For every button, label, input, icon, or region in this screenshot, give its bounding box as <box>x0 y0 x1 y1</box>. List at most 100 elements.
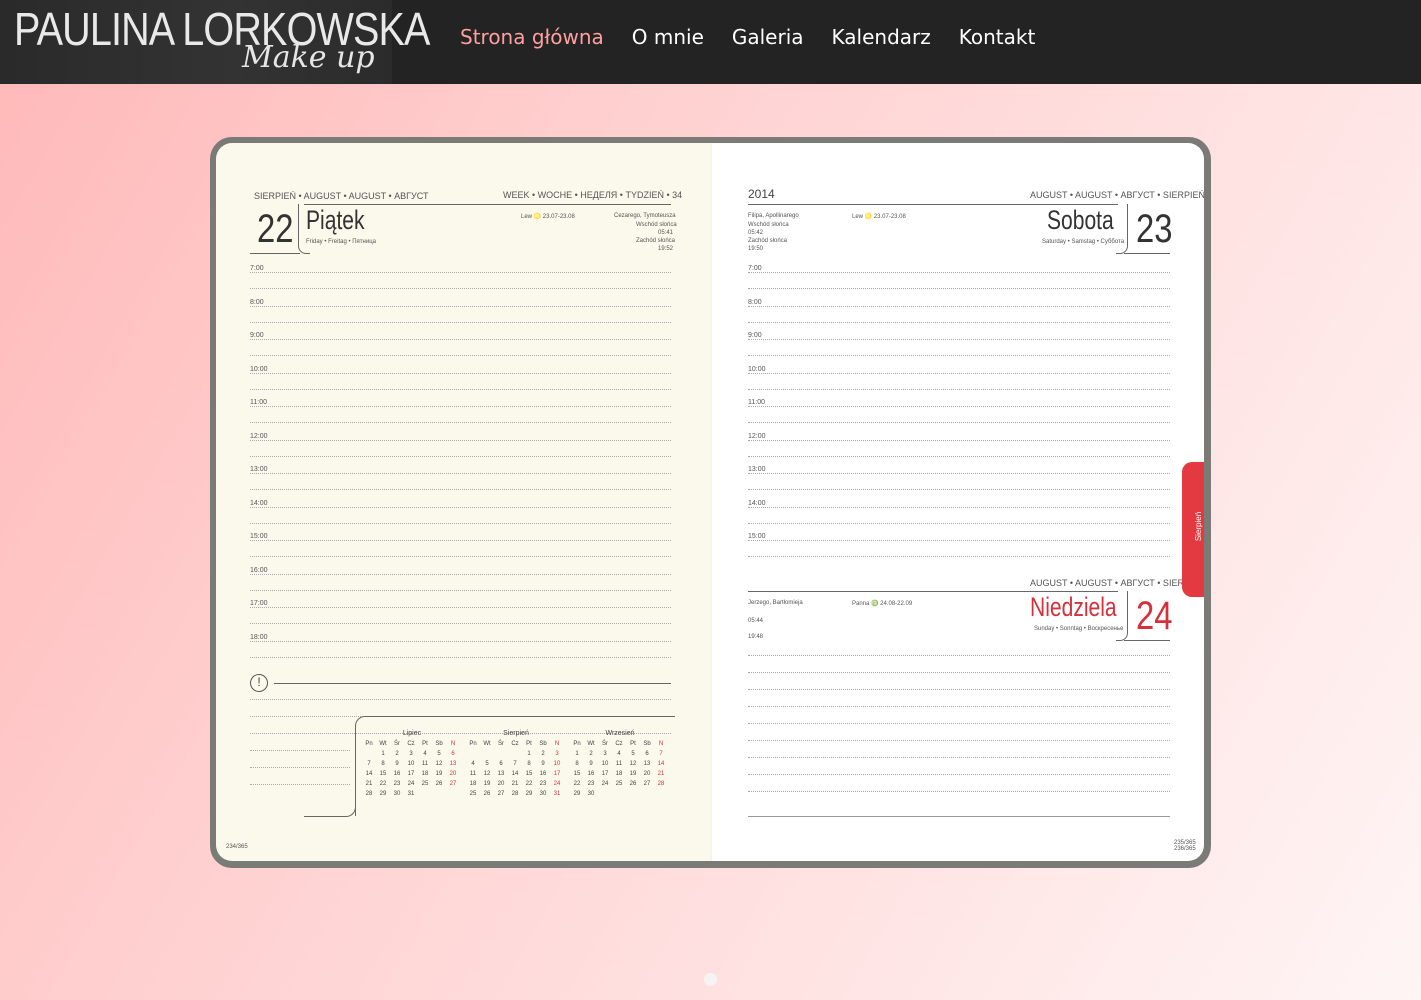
right-day-name: Sobota <box>1047 205 1114 235</box>
mini-calendar-day: 9 <box>395 761 399 767</box>
hour-line <box>748 339 1170 340</box>
mini-calendar-day: 21 <box>365 781 373 787</box>
mini-calendar-day: 5 <box>437 751 441 757</box>
mini-calendar-weekday: Wt <box>587 741 595 747</box>
month-tab-sierpien: Sierpień <box>1182 462 1204 597</box>
hour-line <box>250 623 671 624</box>
mini-calendar-day: 27 <box>643 781 651 787</box>
mini-calendar-day: 3 <box>409 751 413 757</box>
mini-calendar-day: 29 <box>525 791 533 797</box>
mini-calendar-day: 15 <box>573 771 581 777</box>
mini-calendar-day: 8 <box>381 761 385 767</box>
sunday-line <box>748 757 1170 758</box>
hour-line <box>250 288 671 289</box>
mini-calendar-weekday: Pn <box>365 741 373 747</box>
mini-calendar-day <box>654 791 668 801</box>
mini-calendar-day: 28 <box>365 791 373 797</box>
mini-calendar-day: 24 <box>553 781 561 787</box>
mini-calendar-weekday: Sb <box>435 741 443 747</box>
hour-line <box>748 272 1170 273</box>
right-day-number: 23 <box>1136 207 1173 251</box>
hour-line <box>748 522 1170 524</box>
mini-calendar-weekday: N <box>554 741 560 747</box>
sunday-sunset: 19:48 <box>748 634 764 640</box>
left-day-underline <box>250 253 300 254</box>
mini-calendar-weekday: N <box>450 741 456 747</box>
hour-label: 8:00 <box>748 298 762 306</box>
note-line <box>250 784 350 785</box>
nav-gallery[interactable]: Galeria <box>732 24 804 50</box>
mini-calendar-day: 12 <box>435 761 443 767</box>
sunday-line <box>748 791 1170 792</box>
mini-calendar-day: 24 <box>601 781 609 787</box>
mini-calendar-weekday: Śr <box>602 741 608 747</box>
slider-dot-indicator[interactable] <box>704 973 717 986</box>
sunday-line <box>748 655 1170 656</box>
mini-calendar-day: 1 <box>575 751 579 757</box>
sunday-line <box>748 723 1170 724</box>
month-tab-label: Sierpień <box>1194 511 1204 542</box>
mini-calendar-day: 21 <box>657 771 665 777</box>
hour-line <box>250 540 671 541</box>
main-menu: Strona główna O mnie Galeria Kalendarz K… <box>460 24 1063 50</box>
mini-calendar-title: Sierpień <box>503 730 529 737</box>
sunday-line <box>748 740 1170 741</box>
mini-calendar-day: 6 <box>645 751 649 757</box>
hour-line <box>250 489 671 490</box>
left-month-header: SIERPIEŃ • AUGUST • AUGUST • АВГУСТ <box>254 191 429 201</box>
note-line <box>250 750 350 751</box>
hour-line <box>748 388 1170 390</box>
nav-home[interactable]: Strona główna <box>460 24 604 50</box>
mini-calendar-day: 11 <box>469 771 477 777</box>
planner-right-page: 2014 AUGUST • AUGUST • АВГУСТ • SIERPIEŃ… <box>712 143 1204 861</box>
hour-label: 15:00 <box>748 533 766 540</box>
mini-calendar-day: 6 <box>499 761 503 767</box>
mini-calendar-day: 16 <box>539 771 547 777</box>
logo-subtitle: Make up <box>242 40 375 75</box>
top-navbar: PAULINA LORKOWSKA Make up Strona główna … <box>0 0 1421 84</box>
mini-calendar-day: 15 <box>379 771 387 777</box>
hour-line <box>748 540 1170 541</box>
mini-calendar-day: 15 <box>525 771 533 777</box>
hour-label: 15:00 <box>250 533 268 540</box>
mini-calendar-day: 7 <box>659 751 663 757</box>
mini-calendar-day: 16 <box>393 771 401 777</box>
mini-calendar-day: 1 <box>527 751 531 757</box>
right-day-bracket <box>1116 204 1128 254</box>
mini-calendar-day: 20 <box>643 771 651 777</box>
hour-line <box>250 455 671 457</box>
mini-calendar-day: 22 <box>379 781 387 787</box>
mini-calendar-weekday: Cz <box>407 741 415 747</box>
hour-label: 12:00 <box>748 432 766 440</box>
mini-calendar-day: 18 <box>469 781 477 787</box>
hour-line <box>748 321 1170 323</box>
hour-label: 14:00 <box>250 499 268 507</box>
hour-label: 11:00 <box>250 399 267 406</box>
hour-line <box>250 640 671 642</box>
nav-contact[interactable]: Kontakt <box>959 24 1036 50</box>
mini-calendar-day: 13 <box>449 761 457 767</box>
mini-calendar-july: Lipiec Pn Wt Śr Cz Pt Sb N 1 2 3 4 5 6 7 8 9 10 11 12 13 14 1… <box>362 730 462 801</box>
mini-calendar-day: 24 <box>407 781 415 787</box>
right-day-underline <box>1124 253 1170 254</box>
site-logo[interactable]: PAULINA LORKOWSKA Make up <box>0 0 430 84</box>
hour-label: 11:00 <box>748 399 765 406</box>
mini-calendar-title: Wrzesień <box>605 730 635 737</box>
hour-line <box>250 339 671 340</box>
mini-calendar-day: 22 <box>525 781 533 787</box>
hour-label: 7:00 <box>250 265 264 272</box>
nav-about[interactable]: O mnie <box>632 24 704 50</box>
hour-line <box>748 439 1170 441</box>
right-names: Filipa, Apollinarego <box>748 213 799 219</box>
nav-calendar[interactable]: Kalendarz <box>832 24 931 50</box>
mini-calendar-day <box>494 751 508 761</box>
mini-calendar-day: 7 <box>367 761 371 767</box>
mini-calendar-day <box>626 791 640 801</box>
mini-calendar-day: 14 <box>365 771 373 777</box>
sunday-day-number: 24 <box>1136 594 1173 638</box>
left-names: Cezarego, Tymoteusza <box>614 213 676 219</box>
mini-calendar-weekday: Pn <box>573 741 581 747</box>
left-zodiac: Lew ♌ 23.07-23.08 <box>521 214 575 220</box>
sunday-underline <box>1124 640 1170 641</box>
hour-line <box>250 272 671 273</box>
